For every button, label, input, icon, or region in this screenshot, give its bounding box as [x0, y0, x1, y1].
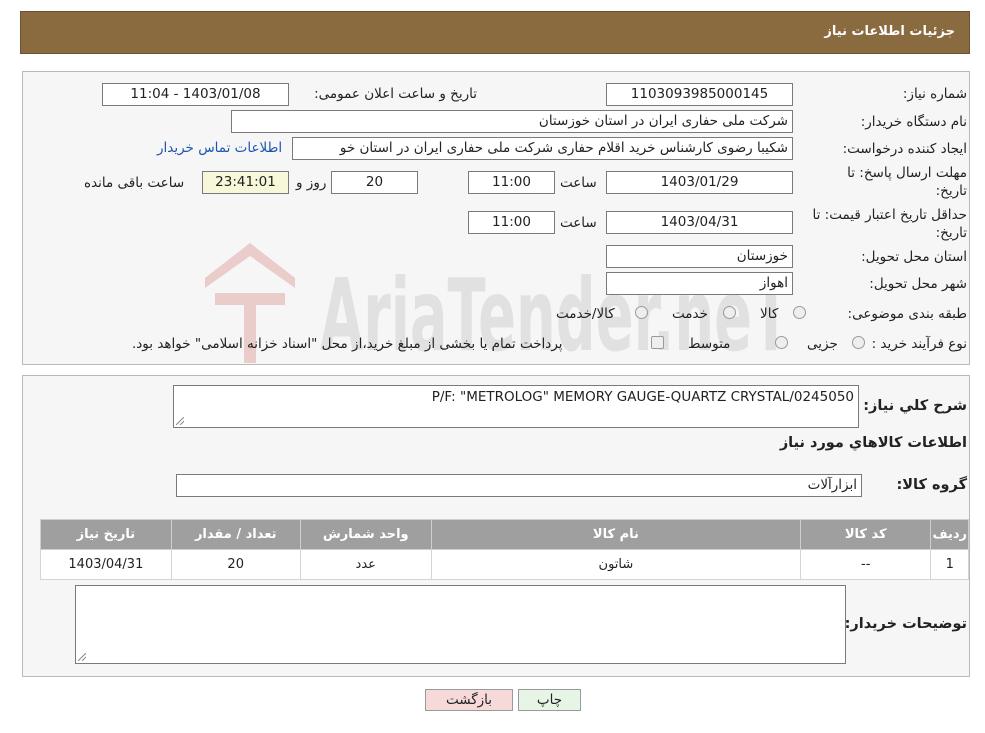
remaining-time-label: ساعت باقی مانده [84, 175, 185, 191]
process-minor-label: جزیی [807, 336, 838, 352]
cell-item-name: شاتون [430, 549, 801, 580]
cell-row-number: 1 [930, 549, 969, 580]
deadline-label-line2: تاریخ: [935, 183, 967, 199]
deadline-date-field[interactable]: 1403/01/29 [606, 171, 793, 194]
col-header-item-code: کد کالا [799, 519, 932, 550]
validity-date-field[interactable]: 1403/04/31 [606, 211, 793, 234]
summary-textarea[interactable]: P/F: "METROLOG" MEMORY GAUGE-QUARTZ CRYS… [173, 385, 859, 428]
deadline-time-field[interactable]: 11:00 [468, 171, 555, 194]
creator-label: ایجاد کننده درخواست: [842, 141, 967, 157]
city-field[interactable]: اهواز [606, 272, 793, 295]
goods-group-label: گروه کالا: [896, 477, 967, 493]
cell-need-date: 1403/04/31 [40, 549, 172, 580]
province-field[interactable]: خوزستان [606, 245, 793, 268]
city-label: شهر محل تحویل: [869, 276, 967, 292]
cell-quantity: 20 [170, 549, 301, 580]
validity-time-label: ساعت [560, 215, 597, 231]
process-medium-radio[interactable] [775, 336, 788, 349]
announce-date-label: تاریخ و ساعت اعلان عمومی: [314, 86, 477, 102]
summary-text: P/F: "METROLOG" MEMORY GAUGE-QUARTZ CRYS… [431, 389, 854, 405]
validity-label-line2: تاریخ: [935, 225, 967, 241]
process-type-label: نوع فرآیند خرید : [871, 336, 967, 352]
deadline-time-label: ساعت [560, 175, 597, 191]
days-label: روز و [296, 175, 327, 191]
col-header-row-number: ردیف [930, 519, 969, 550]
col-header-item-name: نام کالا [430, 519, 801, 550]
validity-time-field[interactable]: 11:00 [468, 211, 555, 234]
process-minor-radio[interactable] [852, 336, 865, 349]
resize-grip-icon[interactable] [176, 417, 184, 425]
need-number-label: شماره نیاز: [902, 86, 967, 102]
col-header-need-date: تاریخ نیاز [40, 519, 172, 550]
category-goods-service-radio[interactable] [635, 306, 648, 319]
deadline-label-line1: مهلت ارسال پاسخ: تا [847, 165, 967, 181]
buyer-notes-textarea[interactable] [75, 585, 846, 664]
process-note: پرداخت تمام یا بخشی از مبلغ خرید،از محل … [132, 336, 563, 352]
category-goods-service-label: کالا/خدمت [556, 306, 615, 322]
buyer-contact-link[interactable]: اطلاعات تماس خریدار [157, 140, 282, 156]
items-table: ردیف کد کالا نام کالا واحد شمارش تعداد /… [40, 519, 969, 580]
goods-group-field[interactable]: ابزارآلات [176, 474, 862, 497]
page-header: جزئیات اطلاعات نیاز [20, 11, 970, 54]
items-section-title: اطلاعات کالاهاي مورد نياز [779, 435, 967, 451]
category-service-radio[interactable] [723, 306, 736, 319]
days-remaining-field[interactable]: 20 [331, 171, 418, 194]
cell-item-code: -- [799, 549, 932, 580]
col-header-unit: واحد شمارش [299, 519, 432, 550]
process-medium-label: متوسط [688, 336, 731, 352]
validity-label-line1: حداقل تاریخ اعتبار قیمت: تا [812, 207, 967, 223]
summary-label: شرح کلي نياز: [863, 398, 967, 414]
table-row: 1 -- شاتون عدد 20 1403/04/31 [40, 549, 969, 580]
buyer-notes-label: توضیحات خریدار: [844, 616, 967, 632]
need-number-field[interactable]: 1103093985000145 [606, 83, 793, 106]
category-label: طبقه بندی موضوعی: [847, 306, 967, 322]
buyer-org-field[interactable]: شرکت ملی حفاری ایران در استان خوزستان [231, 110, 793, 133]
print-button[interactable]: چاپ [518, 689, 581, 711]
remaining-time-field[interactable]: 23:41:01 [202, 171, 289, 194]
back-button[interactable]: بازگشت [425, 689, 513, 711]
cell-unit: عدد [299, 549, 432, 580]
buyer-org-label: نام دستگاه خریدار: [860, 114, 967, 130]
resize-grip-icon[interactable] [78, 653, 86, 661]
treasury-checkbox[interactable] [651, 336, 664, 349]
category-service-label: خدمت [672, 306, 708, 322]
page-title: جزئیات اطلاعات نیاز [824, 24, 955, 39]
col-header-quantity: تعداد / مقدار [170, 519, 301, 550]
announce-date-field[interactable]: 1403/01/08 - 11:04 [102, 83, 289, 106]
category-goods-radio[interactable] [793, 306, 806, 319]
creator-field[interactable]: شکیبا رضوی کارشناس خرید اقلام حفاری شرکت… [292, 137, 793, 160]
items-table-wrapper: ردیف کد کالا نام کالا واحد شمارش تعداد /… [40, 519, 969, 580]
items-table-header-row: ردیف کد کالا نام کالا واحد شمارش تعداد /… [40, 519, 969, 550]
province-label: استان محل تحویل: [861, 249, 967, 265]
category-goods-label: کالا [760, 306, 779, 322]
